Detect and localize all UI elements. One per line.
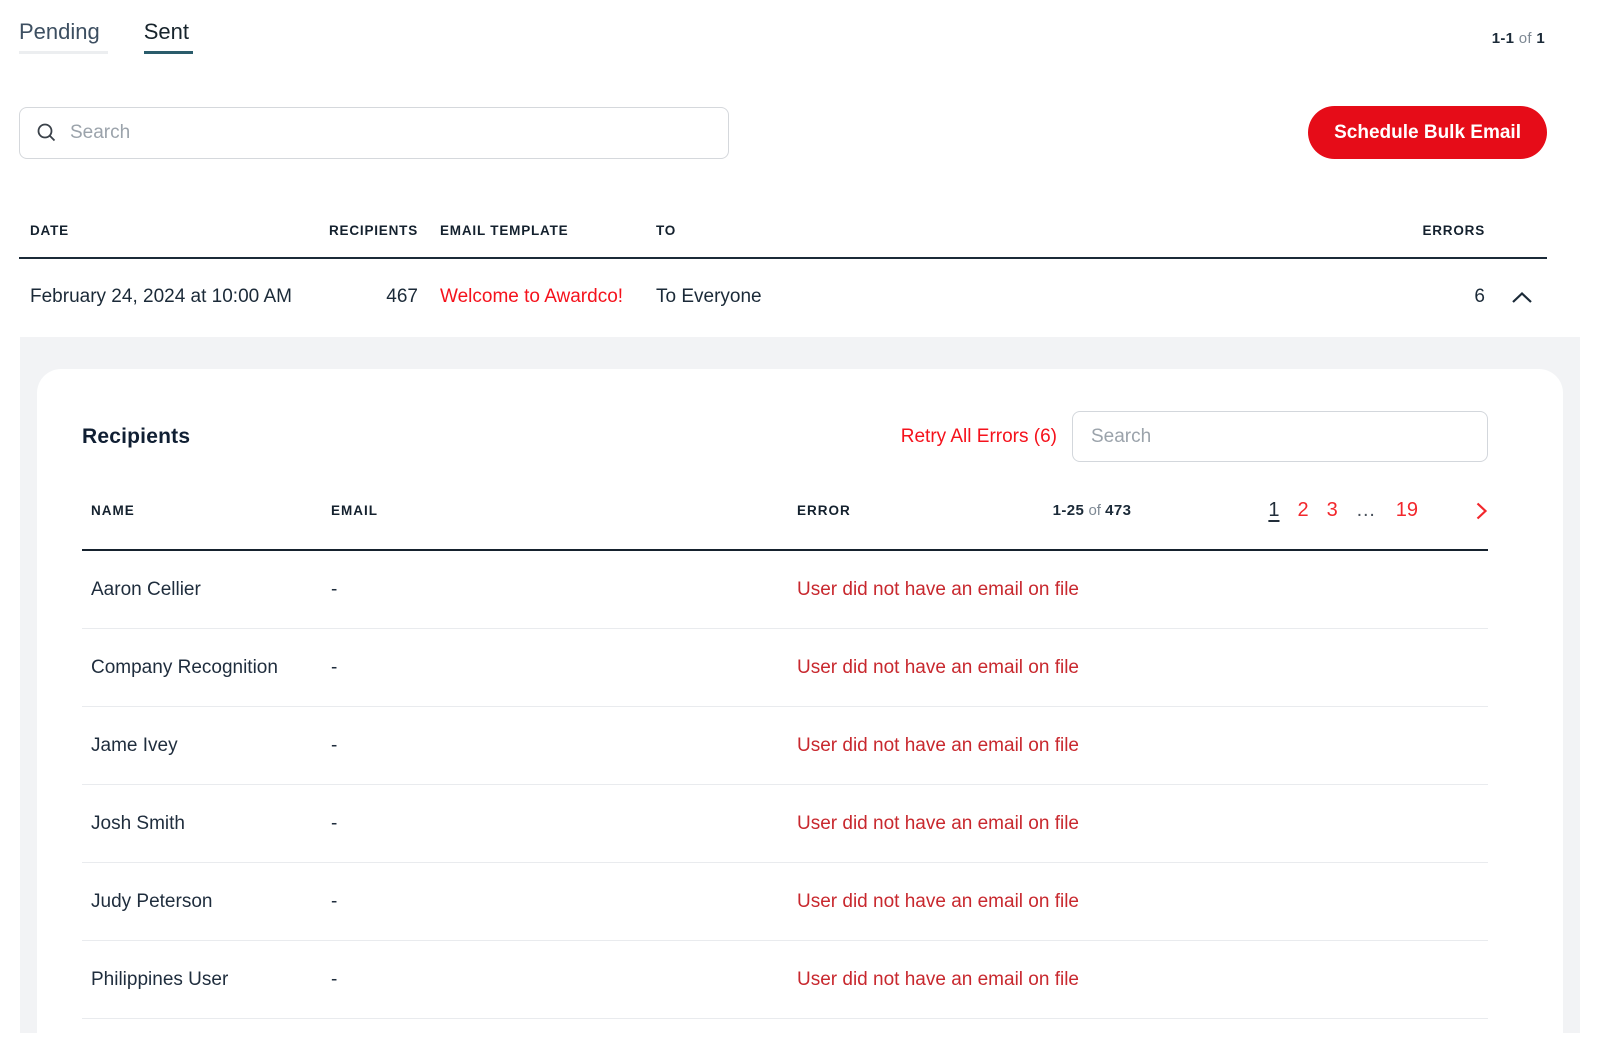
chevron-right-icon	[1475, 501, 1488, 521]
expanded-errors-panel: Recipients Retry All Errors (6) NAME EMA…	[20, 337, 1580, 1037]
recipient-email: -	[331, 890, 338, 912]
recipient-email: -	[331, 578, 338, 600]
pagination: 1 2 3 … 19	[1167, 499, 1448, 522]
range-total: 473	[1105, 502, 1132, 519]
header-email: EMAIL	[331, 503, 378, 518]
tab-list: Pending Sent	[19, 18, 194, 54]
recipient-error: User did not have an email on file	[797, 890, 1079, 912]
sent-row-date: February 24, 2024 at 10:00 AM	[30, 286, 292, 307]
collapse-row-control[interactable]	[1485, 291, 1533, 304]
recipient-email: -	[331, 656, 338, 678]
recipient-name: Judy Peterson	[91, 890, 213, 912]
sent-email-row[interactable]: February 24, 2024 at 10:00 AM 467 Welcom…	[19, 259, 1547, 335]
recipient-row[interactable]: Judy Peterson - User did not have an ema…	[82, 863, 1488, 941]
pagination-next-button[interactable]	[1448, 501, 1488, 521]
sent-table-header: DATE RECIPIENTS EMAIL TEMPLATE TO ERRORS	[19, 159, 1547, 259]
search-box[interactable]	[19, 106, 729, 159]
pagination-page-last[interactable]: 19	[1396, 499, 1418, 522]
results-total: 1	[1536, 30, 1545, 47]
search-icon	[36, 122, 57, 143]
header-recipients: RECIPIENTS	[328, 223, 418, 238]
sent-row-template-link[interactable]: Welcome to Awardco!	[418, 286, 656, 308]
range-of-label: of	[1088, 502, 1101, 519]
sent-row-recipients: 467	[386, 286, 418, 307]
header-to: TO	[656, 223, 677, 238]
sent-row-error-count: 6	[1474, 286, 1485, 307]
header-date: DATE	[30, 223, 69, 238]
recipients-range: 1-25 of 473	[1017, 502, 1167, 519]
header-name: NAME	[91, 503, 135, 518]
recipient-row[interactable]: Aaron Cellier - User did not have an ema…	[82, 551, 1488, 629]
recipient-error: User did not have an email on file	[797, 656, 1079, 678]
sent-row-to: To Everyone	[656, 286, 762, 307]
recipient-row[interactable]: Josh Smith - User did not have an email …	[82, 785, 1488, 863]
recipient-name: Company Recognition	[91, 656, 278, 678]
tab-sent[interactable]: Sent	[143, 18, 194, 54]
header-errors: ERRORS	[1422, 223, 1485, 238]
pagination-page-3[interactable]: 3	[1327, 499, 1338, 522]
pagination-ellipsis: …	[1355, 499, 1378, 521]
chevron-up-icon	[1511, 291, 1533, 304]
recipients-card-header: Recipients Retry All Errors (6)	[82, 369, 1488, 462]
search-input[interactable]	[70, 121, 712, 144]
tab-pending[interactable]: Pending	[19, 18, 108, 54]
schedule-bulk-email-button[interactable]: Schedule Bulk Email	[1308, 106, 1547, 159]
retry-all-errors-link[interactable]: Retry All Errors (6)	[901, 426, 1057, 448]
pagination-page-2[interactable]: 2	[1298, 499, 1309, 522]
recipient-error: User did not have an email on file	[797, 578, 1079, 600]
recipients-search-input[interactable]	[1072, 411, 1488, 462]
results-count: 1-1 of 1	[1492, 30, 1545, 47]
sent-emails-table: DATE RECIPIENTS EMAIL TEMPLATE TO ERRORS…	[19, 159, 1547, 335]
range-shown: 1-25	[1052, 502, 1085, 519]
recipient-error: User did not have an email on file	[797, 734, 1079, 756]
recipients-title: Recipients	[82, 424, 191, 448]
header-error: ERROR	[797, 503, 851, 518]
header-email-template: EMAIL TEMPLATE	[440, 223, 569, 238]
recipient-name: Aaron Cellier	[91, 578, 201, 600]
recipient-email: -	[331, 812, 338, 834]
recipient-email: -	[331, 968, 338, 990]
recipient-name: Josh Smith	[91, 812, 185, 834]
pagination-page-1[interactable]: 1	[1268, 499, 1279, 522]
recipient-name: Jame Ivey	[91, 734, 178, 756]
recipient-row[interactable]: Company Recognition - User did not have …	[82, 629, 1488, 707]
recipient-name: Philippines User	[91, 968, 229, 990]
recipient-error: User did not have an email on file	[797, 968, 1079, 990]
toolbar: Schedule Bulk Email	[19, 106, 1547, 159]
recipients-card: Recipients Retry All Errors (6) NAME EMA…	[37, 369, 1563, 1037]
results-range: 1-1	[1491, 30, 1515, 47]
tabs-bar: Pending Sent 1-1 of 1	[0, 0, 1600, 54]
recipient-row[interactable]: Philippines User - User did not have an …	[82, 941, 1488, 1019]
results-of-label: of	[1518, 30, 1532, 47]
recipient-email: -	[331, 734, 338, 756]
recipient-error: User did not have an email on file	[797, 812, 1079, 834]
recipients-table-header: NAME EMAIL ERROR 1-25 of 473 1 2 3 … 19	[82, 499, 1488, 551]
recipient-row[interactable]: Jame Ivey - User did not have an email o…	[82, 707, 1488, 785]
